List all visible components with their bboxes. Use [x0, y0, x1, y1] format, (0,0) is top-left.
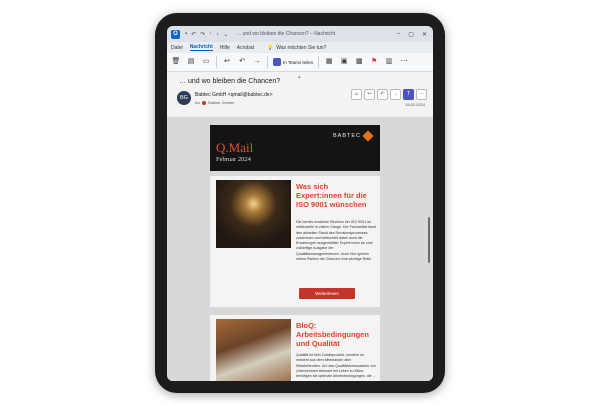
avatar: BG: [177, 91, 191, 105]
article-title[interactable]: BloQ: Arbeitsbedingungen und Qualität: [296, 321, 376, 348]
archive-icon[interactable]: ▤: [186, 57, 196, 67]
tell-me-label: Was möchten Sie tun?: [276, 44, 327, 51]
up-icon[interactable]: ↑: [209, 31, 212, 38]
article-image[interactable]: [216, 180, 291, 248]
redo-icon[interactable]: ↷: [200, 31, 205, 38]
ribbon-tabs: Datei Nachricht Hilfe Acrobat 💡 Was möch…: [167, 42, 433, 53]
share-to-teams-label: In Teams teilen: [283, 59, 314, 65]
share-to-teams-button[interactable]: In Teams teilen: [273, 58, 313, 66]
article-image[interactable]: [216, 319, 291, 381]
window-title: … und wo bleiben die Chancen? – Nachrich…: [236, 31, 336, 37]
teams-icon: [273, 58, 281, 66]
read-more-button[interactable]: Weiterlesen: [299, 288, 355, 299]
title-bar: O ▪ ↶ ↷ ↑ ↓ ⌄ … und wo bleiben die Chanc…: [167, 26, 433, 42]
newsletter-brand: Q.Mail: [216, 140, 254, 155]
presence-icon: [201, 100, 206, 105]
categorize-icon[interactable]: ▩: [354, 57, 364, 67]
tab-acrobat[interactable]: Acrobat: [237, 45, 254, 51]
to-prefix: An: [195, 100, 200, 105]
outlook-logo-icon: O: [171, 29, 180, 39]
collapse-ribbon-icon[interactable]: ▴: [298, 74, 301, 80]
more-options-icon[interactable]: ⋯: [399, 57, 409, 67]
teams-icon[interactable]: T: [403, 89, 414, 100]
window-controls: – ▢ ✕: [397, 31, 427, 38]
article-title[interactable]: Was sich Expert:innen für die ISO 9001 w…: [296, 182, 376, 209]
toolbar-divider: [267, 56, 268, 68]
newsletter-banner: Q.Mail Februar 2024 BABTEC: [210, 125, 380, 171]
delete-icon[interactable]: 🗑: [171, 57, 181, 67]
reply-all-icon[interactable]: ↶: [377, 89, 388, 100]
tablet-device: O ▪ ↶ ↷ ↑ ↓ ⌄ … und wo bleiben die Chanc…: [155, 13, 445, 393]
reply-all-icon[interactable]: ↶: [237, 57, 247, 67]
company-logo-text: BABTEC: [332, 133, 361, 139]
message-subject: … und wo bleiben die Chancen?: [179, 78, 281, 85]
tab-hilfe[interactable]: Hilfe: [220, 45, 230, 51]
article-card: Was sich Expert:innen für die ISO 9001 w…: [210, 176, 380, 307]
recipient[interactable]: Sabine Jensen: [208, 100, 234, 105]
translate-icon[interactable]: ▥: [384, 57, 394, 67]
quick-access-toolbar: ▪ ↶ ↷ ↑ ↓ ⌄: [185, 31, 228, 38]
sender[interactable]: Babtec GmbH <qmail@babtec.de>: [195, 92, 273, 98]
close-icon[interactable]: ✕: [422, 31, 427, 38]
toolbar-divider: [318, 56, 320, 68]
rules-icon[interactable]: ▣: [339, 57, 349, 67]
tab-nachricht[interactable]: Nachricht: [189, 44, 213, 51]
recipient-line: An Sabine Jensen: [195, 100, 234, 105]
article-text: Die bereits erwähnte Revision der ISO 90…: [296, 220, 376, 262]
hexagon-logo-icon: [362, 130, 374, 142]
article-text: Qualität ist kein Zufallsprodukt, sonder…: [296, 353, 376, 379]
outlook-window: O ▪ ↶ ↷ ↑ ↓ ⌄ … und wo bleiben die Chanc…: [167, 26, 433, 381]
down-icon[interactable]: ↓: [216, 31, 219, 38]
quick-steps-icon[interactable]: ▦: [324, 57, 334, 67]
newsletter-issue: Februar 2024: [216, 156, 251, 163]
article-card: BloQ: Arbeitsbedingungen und Qualität Qu…: [210, 315, 380, 381]
save-icon[interactable]: ▪: [185, 31, 187, 38]
maximize-icon[interactable]: ▢: [408, 31, 414, 38]
undo-icon[interactable]: ↶: [191, 31, 196, 38]
move-icon[interactable]: ▭: [201, 57, 211, 67]
forward-icon[interactable]: →: [390, 89, 401, 100]
forward-icon[interactable]: →: [252, 57, 262, 67]
tab-datei[interactable]: Datei: [171, 45, 183, 51]
vertical-scrollbar[interactable]: [428, 217, 430, 263]
newsletter: Q.Mail Februar 2024 BABTEC Was sich Expe…: [210, 125, 380, 381]
emoji-reaction-icon[interactable]: ☺: [351, 89, 362, 100]
message-actions: ☺ ↩ ↶ → T ⋯: [351, 89, 427, 100]
flag-icon[interactable]: ⚑: [369, 57, 379, 67]
message-body: Q.Mail Februar 2024 BABTEC Was sich Expe…: [167, 117, 433, 381]
lightbulb-icon: 💡: [267, 44, 274, 51]
reply-icon[interactable]: ↩: [364, 89, 375, 100]
reply-icon[interactable]: ↩: [222, 57, 232, 67]
company-logo[interactable]: BABTEC: [332, 130, 374, 142]
minimize-icon[interactable]: –: [397, 31, 400, 38]
toolbar-divider: [216, 56, 217, 68]
more-options-icon[interactable]: ⋯: [416, 89, 427, 100]
tell-me-box[interactable]: 💡 Was möchten Sie tun?: [267, 45, 326, 51]
more-icon[interactable]: ⌄: [223, 31, 228, 38]
ribbon-toolbar: 🗑 ▤ ▭ ↩ ↶ → In Teams teilen ▦ ▣ ▩ ⚑ ▥ ⋯: [167, 53, 433, 72]
message-date: 15.02.2024: [404, 102, 425, 107]
